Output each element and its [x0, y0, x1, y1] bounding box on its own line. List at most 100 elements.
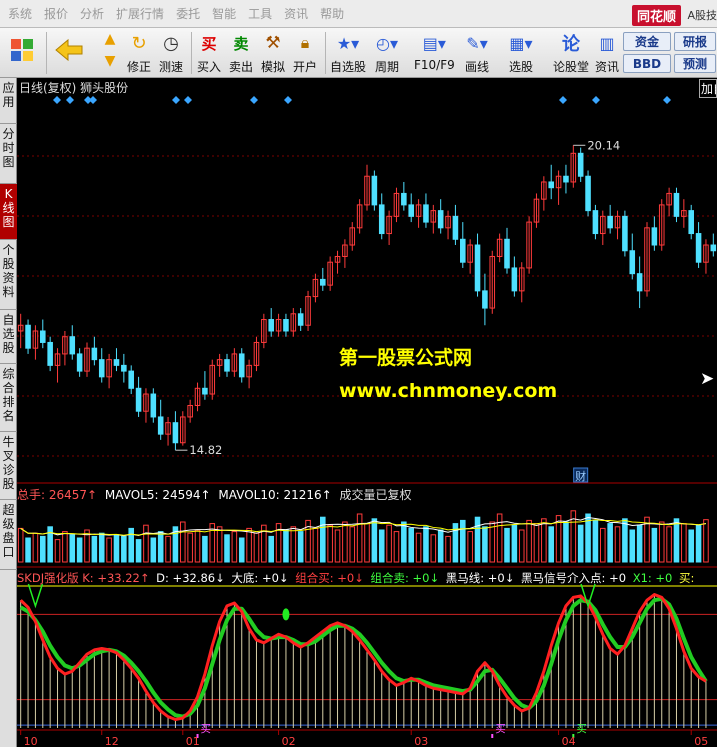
bbd-button[interactable]: BBD: [623, 54, 671, 73]
menu-tools[interactable]: 工具: [248, 5, 272, 22]
forecast-button[interactable]: 预测: [674, 54, 716, 73]
f10-button[interactable]: ▤▾ F10/F9: [414, 30, 455, 73]
candle-body: [622, 215, 628, 252]
pen-icon: ✎▾: [466, 33, 488, 53]
candle-body: [563, 175, 569, 183]
info-marker-icon: [559, 96, 567, 104]
add-watch-button[interactable]: 加自: [699, 79, 717, 98]
volume-bar: [106, 537, 112, 563]
info-marker-icon: [53, 96, 61, 104]
tab-intraday[interactable]: 分时图: [0, 124, 17, 184]
speed-test-label: 测速: [158, 60, 183, 74]
volume-bar: [666, 526, 672, 563]
open-account-label: 开户: [292, 60, 317, 74]
volume-bar: [415, 532, 422, 563]
candle-body: [40, 330, 46, 343]
volume-bar: [504, 527, 510, 563]
watchlist-button[interactable]: ★▾ 自选股: [330, 30, 366, 75]
volume-bar: [541, 518, 547, 563]
volume-bar: [703, 519, 709, 563]
volume-bar: [577, 524, 584, 563]
tab-stock-info[interactable]: 个股资料: [0, 240, 17, 310]
volume-total: 总手: 26457↑: [17, 488, 98, 502]
news-button[interactable]: ▥ 资讯: [594, 30, 620, 75]
menu-quote[interactable]: 报价: [44, 5, 68, 22]
candle-body: [695, 233, 702, 263]
toolbar-separator: [325, 32, 326, 74]
speed-test-button[interactable]: ◷ 测速: [158, 30, 184, 75]
volume-bar: [378, 529, 385, 563]
volume-bar: [216, 526, 223, 563]
menu-help[interactable]: 帮助: [320, 5, 344, 22]
volume-bar: [202, 535, 208, 563]
volume-bar: [482, 526, 488, 563]
menu-trade[interactable]: 委托: [176, 5, 200, 22]
period-label: 周期: [374, 60, 399, 74]
candle-body: [423, 204, 429, 223]
up-button[interactable]: ▲: [97, 30, 123, 48]
back-button[interactable]: [52, 36, 86, 64]
simulate-button[interactable]: ⚒ 模拟: [260, 30, 286, 75]
toolbar-separator: [46, 32, 47, 74]
forum-button[interactable]: 论 论股堂: [553, 30, 589, 75]
tab-apps[interactable]: 应用: [0, 78, 17, 124]
volume-bar: [320, 516, 326, 563]
volume-bar: [342, 521, 348, 563]
x-axis-tick-label: 05: [694, 735, 708, 747]
period-button[interactable]: ◴▾ 周期: [374, 30, 400, 75]
forum-icon: 论: [562, 34, 580, 55]
tab-kline[interactable]: K线图: [0, 184, 17, 240]
tab-diagnosis[interactable]: 牛叉诊股: [0, 432, 17, 500]
menu-smart[interactable]: 智能: [212, 5, 236, 22]
candle-body: [98, 359, 105, 378]
draw-line-button[interactable]: ✎▾ 画线: [464, 30, 490, 75]
open-account-button[interactable]: 🔒︎ 开户: [292, 30, 318, 75]
skdj-dark-horse: 黑马线: +0↓: [445, 571, 515, 585]
sell-button[interactable]: 卖 卖出: [228, 30, 254, 75]
tab-ranking[interactable]: 综合排名: [0, 364, 17, 432]
research-button[interactable]: 研报: [674, 32, 716, 51]
tab-super-panel[interactable]: 超级盘口: [0, 500, 17, 570]
volume-bar: [695, 524, 702, 563]
down-button[interactable]: ▼: [97, 52, 123, 70]
tab-watchlist[interactable]: 自选股: [0, 310, 17, 364]
document-icon: ▤▾: [422, 33, 446, 53]
brand-side-text: A股技: [687, 9, 717, 22]
funds-button[interactable]: 资金: [623, 32, 671, 51]
watermark-title: 第一股票公式网: [339, 347, 473, 369]
menu-extended[interactable]: 扩展行情: [116, 5, 164, 22]
skdj-d: D: +32.86↓: [156, 571, 225, 585]
volume-bar: [157, 531, 164, 563]
candle-body: [710, 244, 717, 252]
correct-button[interactable]: ↻ 修正: [126, 30, 152, 75]
menu-analysis[interactable]: 分析: [80, 5, 104, 22]
volume-bar: [533, 523, 540, 563]
menu-news[interactable]: 资讯: [284, 5, 308, 22]
volume-bar: [658, 521, 665, 563]
simulate-label: 模拟: [260, 60, 285, 74]
candle-body: [157, 416, 164, 435]
volume-bar: [526, 519, 532, 563]
menu-system[interactable]: 系统: [8, 5, 32, 22]
chart-canvas[interactable]: 20.14 14.82 财买 买 买 10 12 01 02 03 04 05: [17, 78, 717, 747]
volume-bar: [327, 524, 333, 563]
volume-bar: [460, 519, 466, 563]
clock-icon: ◷: [163, 32, 179, 54]
volume-bar: [401, 521, 407, 563]
volume-bar: [32, 532, 39, 563]
x-axis-tick-label: 12: [105, 735, 119, 747]
sell-signal-mark: [27, 583, 44, 609]
volume-bar: [563, 521, 569, 563]
stock-picker-button[interactable]: ▦▾ 选股: [508, 30, 534, 75]
info-marker-icon: [184, 96, 192, 104]
volume-bar: [98, 532, 105, 563]
news-label: 资讯: [594, 60, 619, 74]
stock-picker-label: 选股: [508, 60, 533, 74]
buy-button[interactable]: 买 买入: [196, 30, 222, 75]
layout-button[interactable]: [8, 36, 36, 64]
volume-bar: [688, 529, 694, 563]
chart-area[interactable]: 20.14 14.82 财买 买 买 10 12 01 02 03 04 05 日线(复权) 狮头股份…: [17, 78, 717, 747]
volume-bar: [180, 521, 186, 563]
volume-bar: [128, 527, 134, 563]
skdj-k: SKDJ强化版 K: +33.22↑: [17, 571, 150, 585]
